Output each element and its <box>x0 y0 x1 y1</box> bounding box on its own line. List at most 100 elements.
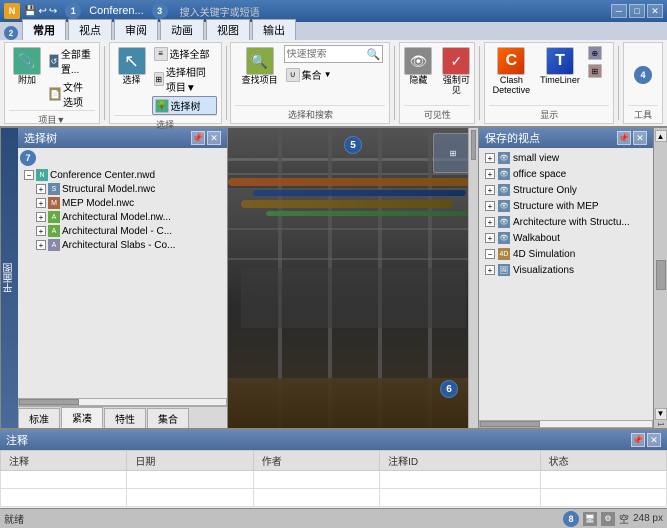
extra-tool-1[interactable]: ⊕ <box>586 45 610 61</box>
tab-review[interactable]: 审阅 <box>114 19 158 40</box>
ribbon-group-project: 📎 附加 ↺ 全部重置... 📄 文件选项 项目▼ <box>4 42 100 124</box>
tree-item-arch1[interactable]: + A Architectural Model.nw... <box>34 210 225 224</box>
tab-common[interactable]: 常用 <box>22 19 66 40</box>
view-item-visualizations[interactable]: + 🖼 Visualizations <box>481 262 651 278</box>
find-items-button[interactable]: 🔍 查找项目 <box>238 45 282 88</box>
tab-properties[interactable]: 特性 <box>104 408 146 428</box>
pipe-2 <box>253 190 466 196</box>
tree-scroll-track-h[interactable] <box>18 398 227 406</box>
saved-views-scroll-track-h[interactable] <box>479 420 653 428</box>
tree-item-mep[interactable]: + M MEP Model.nwc <box>34 196 225 210</box>
expand-small[interactable]: + <box>485 153 495 163</box>
saved-views-pin[interactable]: 📌 <box>617 131 631 145</box>
status-icon-1[interactable]: 🖥 <box>583 512 597 526</box>
tab-compact[interactable]: 紧凑 <box>61 407 103 428</box>
timeliner-button[interactable]: T TimeLiner <box>536 45 584 88</box>
view-item-arch-structure[interactable]: + 👁 Architecture with Structu... <box>481 214 651 230</box>
viewport-scroll-thumb-v[interactable] <box>471 130 476 160</box>
status-icon-2[interactable]: ⚙ <box>601 512 615 526</box>
tree-scroll-thumb-h[interactable] <box>19 399 79 405</box>
timeliner-label: TimeLiner <box>540 76 580 86</box>
right-scroll-thumb[interactable] <box>656 260 666 290</box>
file-options-button[interactable]: 📄 文件选项 <box>47 78 95 110</box>
display-group-label: 显示 <box>489 105 609 121</box>
viewport-3d[interactable]: 5 6 ⊞ <box>228 128 478 428</box>
viewport-scrollbar-v[interactable] <box>468 128 478 428</box>
tree-expand-slabs[interactable]: + <box>36 240 46 250</box>
expand-structure-mep[interactable]: + <box>485 201 495 211</box>
saved-views-header-buttons: 📌 ✕ <box>617 131 647 145</box>
find-group-label: 选择和搜索 <box>235 105 385 121</box>
tree-item-slabs[interactable]: + A Architectural Slabs - Co... <box>34 238 225 252</box>
minimize-button[interactable]: ─ <box>611 4 627 18</box>
side-panel-label: 平面图 <box>0 128 18 428</box>
tree-label-arch2: Architectural Model - C... <box>62 226 172 237</box>
viewport[interactable]: 5 6 ⊞ <box>228 128 478 428</box>
annotations-close[interactable]: ✕ <box>647 433 661 447</box>
tree-icon-structural: S <box>48 183 60 195</box>
expand-structure-only[interactable]: + <box>485 185 495 195</box>
select-button[interactable]: ↖ 选择 <box>114 45 150 88</box>
view-item-structure-only[interactable]: + 👁 Structure Only <box>481 182 651 198</box>
saved-views-scrollbar-h[interactable] <box>479 420 653 428</box>
tree-expand-arch1[interactable]: + <box>36 212 46 222</box>
quick-search-input[interactable] <box>287 49 367 60</box>
clash-detective-button[interactable]: C ClashDetective <box>489 45 535 98</box>
annotation-row-1[interactable] <box>1 471 667 489</box>
right-scroll-down[interactable]: ▼ <box>655 408 667 420</box>
quick-search-box[interactable]: 🔍 <box>284 45 384 63</box>
panel-close-button[interactable]: ✕ <box>207 131 221 145</box>
force-visible-button[interactable]: ✓ 强制可见 <box>438 45 474 98</box>
select-similar-button[interactable]: ⊞ 选择相同项目▼ <box>152 63 217 95</box>
tree-expand-arch2[interactable]: + <box>36 226 46 236</box>
annotations-title: 注释 <box>6 432 28 448</box>
view-item-office[interactable]: + 👁 office space <box>481 166 651 182</box>
tab-standard[interactable]: 标准 <box>18 408 60 428</box>
tree-expand-structural[interactable]: + <box>36 184 46 194</box>
maximize-button[interactable]: □ <box>629 4 645 18</box>
ribbon-group-visibility: 👁 隐藏 ✓ 强制可见 可见性 <box>399 42 475 124</box>
select-label: 选择 <box>123 76 141 86</box>
panel-pin-button[interactable]: 📌 <box>191 131 205 145</box>
annot-cell-1-3 <box>253 471 379 489</box>
annotations-pin[interactable]: 📌 <box>631 433 645 447</box>
close-button[interactable]: ✕ <box>647 4 663 18</box>
saved-views-panel: 保存的视点 📌 ✕ + 👁 small view + 👁 office spac… <box>478 128 653 428</box>
saved-views-scroll-thumb-h[interactable] <box>480 421 540 427</box>
tree-item-arch2[interactable]: + A Architectural Model - C... <box>34 224 225 238</box>
annotations-panel: 注释 📌 ✕ 注释 日期 作者 注释ID 状态 <box>0 428 667 508</box>
expand-walkabout[interactable]: + <box>485 233 495 243</box>
tree-scrollbar-h[interactable] <box>18 398 227 406</box>
select-all-label: 选择全部 <box>170 46 210 61</box>
saved-views-close[interactable]: ✕ <box>633 131 647 145</box>
tree-item-structural[interactable]: + S Structural Model.nwc <box>34 182 225 196</box>
select-all-button[interactable]: ≡ 选择全部 <box>152 45 217 62</box>
attach-button[interactable]: 📎 附加 <box>9 45 45 88</box>
expand-arch-structure[interactable]: + <box>485 217 495 227</box>
annotation-row-2[interactable] <box>1 489 667 507</box>
tree-expand-conference[interactable]: − <box>24 170 34 180</box>
hide-button[interactable]: 👁 隐藏 <box>400 45 436 88</box>
right-scroll-up[interactable]: ▲ <box>655 130 667 142</box>
tab-sets[interactable]: 集合 <box>147 408 189 428</box>
view-item-walkabout[interactable]: + 👁 Walkabout <box>481 230 651 246</box>
tab-viewpoint[interactable]: 视点 <box>68 19 112 40</box>
selection-tree-button[interactable]: 🌳 选择树 <box>152 96 217 115</box>
expand-visualizations[interactable]: + <box>485 265 495 275</box>
view-item-structure-mep[interactable]: + 👁 Structure with MEP <box>481 198 651 214</box>
nav-cube[interactable]: ⊞ <box>433 133 473 173</box>
view-item-small[interactable]: + 👁 small view <box>481 150 651 166</box>
tree-expand-mep[interactable]: + <box>36 198 46 208</box>
expand-4dsim[interactable]: − <box>485 249 495 259</box>
tab-output[interactable]: 输出 <box>252 19 296 40</box>
extra-tool-2[interactable]: ⊞ <box>586 63 610 79</box>
command-search[interactable]: 搜入关键字或短语 <box>180 4 260 19</box>
expand-office[interactable]: + <box>485 169 495 179</box>
tree-item-conference[interactable]: − N Conference Center.nwd <box>22 168 225 182</box>
icon-walkabout: 👁 <box>498 232 510 244</box>
tab-animation[interactable]: 动画 <box>160 19 204 40</box>
sets-button[interactable]: ∪ 集合 ▼ <box>284 66 384 83</box>
tab-view[interactable]: 视图 <box>206 19 250 40</box>
refresh-button[interactable]: ↺ 全部重置... <box>47 45 95 77</box>
view-item-4dsim[interactable]: − 4D 4D Simulation <box>481 246 651 262</box>
